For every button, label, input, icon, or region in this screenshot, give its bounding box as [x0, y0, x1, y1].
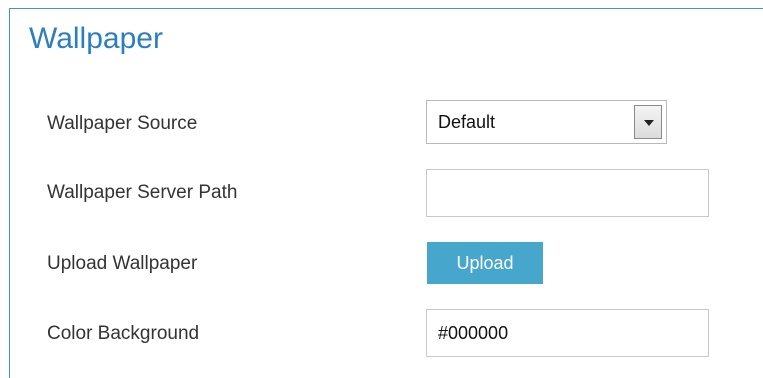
- dropdown-button[interactable]: [634, 105, 662, 139]
- color-background-label: Color Background: [47, 323, 200, 344]
- wallpaper-source-label: Wallpaper Source: [47, 113, 198, 134]
- wallpaper-panel: Wallpaper Wallpaper Source Default Wallp…: [9, 8, 763, 378]
- chevron-down-icon: [644, 120, 654, 126]
- wallpaper-source-selected-value: Default: [438, 112, 496, 132]
- color-background-input[interactable]: [426, 309, 709, 357]
- wallpaper-server-path-input[interactable]: [426, 169, 709, 217]
- wallpaper-source-select[interactable]: Default: [426, 100, 667, 144]
- upload-button[interactable]: Upload: [427, 242, 543, 284]
- section-title: Wallpaper: [29, 22, 163, 55]
- upload-wallpaper-label: Upload Wallpaper: [47, 253, 198, 274]
- wallpaper-server-path-label: Wallpaper Server Path: [47, 182, 238, 203]
